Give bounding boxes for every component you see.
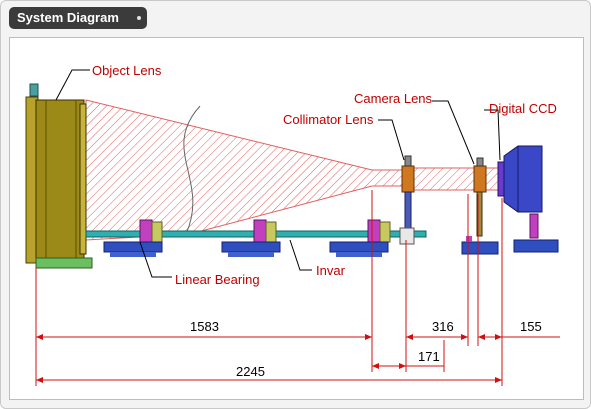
dim-1583: 1583 <box>190 319 219 334</box>
dim-316: 316 <box>432 319 454 334</box>
digital-ccd-assembly <box>497 145 559 253</box>
object-lens-assembly <box>25 83 93 269</box>
dimension-arrows <box>36 334 560 383</box>
label-camera-lens: Camera Lens <box>354 91 433 106</box>
collimator-lens-assembly <box>399 155 415 245</box>
label-invar: Invar <box>316 263 346 278</box>
dim-2245: 2245 <box>236 364 265 379</box>
label-digital-ccd: Digital CCD <box>489 101 557 116</box>
label-object-lens: Object Lens <box>92 63 162 78</box>
dim-171: 171 <box>418 349 440 364</box>
system-diagram: Object Lens Camera Lens Digital CCD Coll… <box>25 63 560 386</box>
bearing-mount-3 <box>329 219 391 257</box>
dim-155: 155 <box>520 319 542 334</box>
bearing-mount-2 <box>221 219 281 257</box>
label-collimator-lens: Collimator Lens <box>283 112 374 127</box>
label-linear-bearing: Linear Bearing <box>175 272 260 287</box>
